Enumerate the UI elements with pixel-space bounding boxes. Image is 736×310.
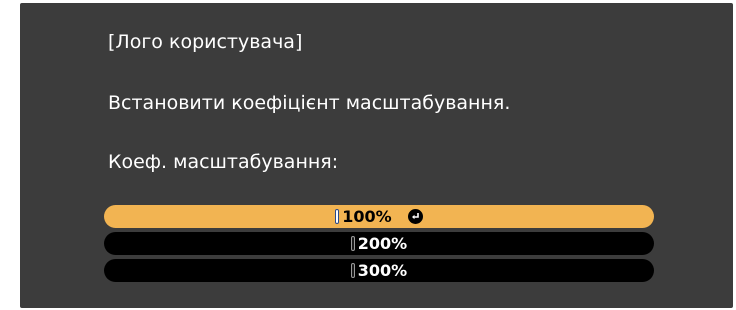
zoom-option-300[interactable]: 300% xyxy=(104,259,654,282)
selection-marker-icon xyxy=(335,209,340,224)
projector-menu-screen: [Лого користувача] Встановити коефіцієнт… xyxy=(20,3,733,308)
enter-icon xyxy=(407,209,423,224)
zoom-option-200[interactable]: 200% xyxy=(104,232,654,255)
zoom-field-label: Коеф. масштабування: xyxy=(108,151,339,173)
zoom-option-label: 300% xyxy=(357,261,408,280)
selection-marker-icon xyxy=(350,263,355,278)
zoom-option-label: 100% xyxy=(342,207,392,226)
selection-marker-icon xyxy=(350,236,355,251)
zoom-option-label: 200% xyxy=(357,234,408,253)
dialog-title: [Лого користувача] xyxy=(108,31,303,53)
zoom-option-list: 100% 200% 300% xyxy=(104,205,654,286)
dialog-message: Встановити коефіцієнт масштабування. xyxy=(108,92,511,114)
zoom-option-100[interactable]: 100% xyxy=(104,205,654,228)
